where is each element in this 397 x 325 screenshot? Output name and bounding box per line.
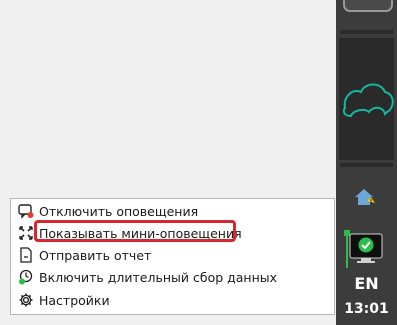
menu-item-label: Отправить отчет — [39, 247, 152, 263]
menu-item-enable-long-data-collection[interactable]: Включить длительный сбор данных — [11, 266, 331, 288]
dock-top-button[interactable] — [343, 0, 393, 12]
notifications-off-icon — [18, 204, 34, 219]
clock[interactable]: 13:01 — [336, 301, 397, 317]
app-logo-icon — [342, 83, 394, 118]
menu-item-settings[interactable]: Настройки — [11, 289, 331, 311]
context-menu: Отключить оповещения Показывать мини-опо… — [10, 198, 335, 315]
menu-item-label: Включить длительный сбор данных — [39, 269, 278, 285]
menu-item-label: Отключить оповещения — [39, 203, 199, 219]
data-collection-icon — [19, 269, 33, 285]
menu-item-label: Настройки — [39, 292, 110, 308]
gear-icon — [19, 293, 33, 307]
home-network-icon[interactable] — [353, 187, 377, 211]
menu-item-disable-notifications[interactable]: Отключить оповещения — [11, 200, 331, 222]
menu-item-send-report[interactable]: Отправить отчет — [11, 244, 331, 266]
language-indicator[interactable]: EN — [336, 274, 397, 293]
dock-separator — [340, 30, 393, 34]
selection-highlight-outline — [34, 220, 236, 242]
report-document-icon — [20, 247, 32, 263]
taskbar-panel: EN 13:01 — [336, 0, 397, 325]
dock-separator — [340, 163, 393, 167]
mini-notifications-icon — [19, 226, 33, 240]
monitor-status-icon[interactable] — [344, 228, 388, 272]
app-preview-thumbnail[interactable] — [339, 38, 394, 160]
